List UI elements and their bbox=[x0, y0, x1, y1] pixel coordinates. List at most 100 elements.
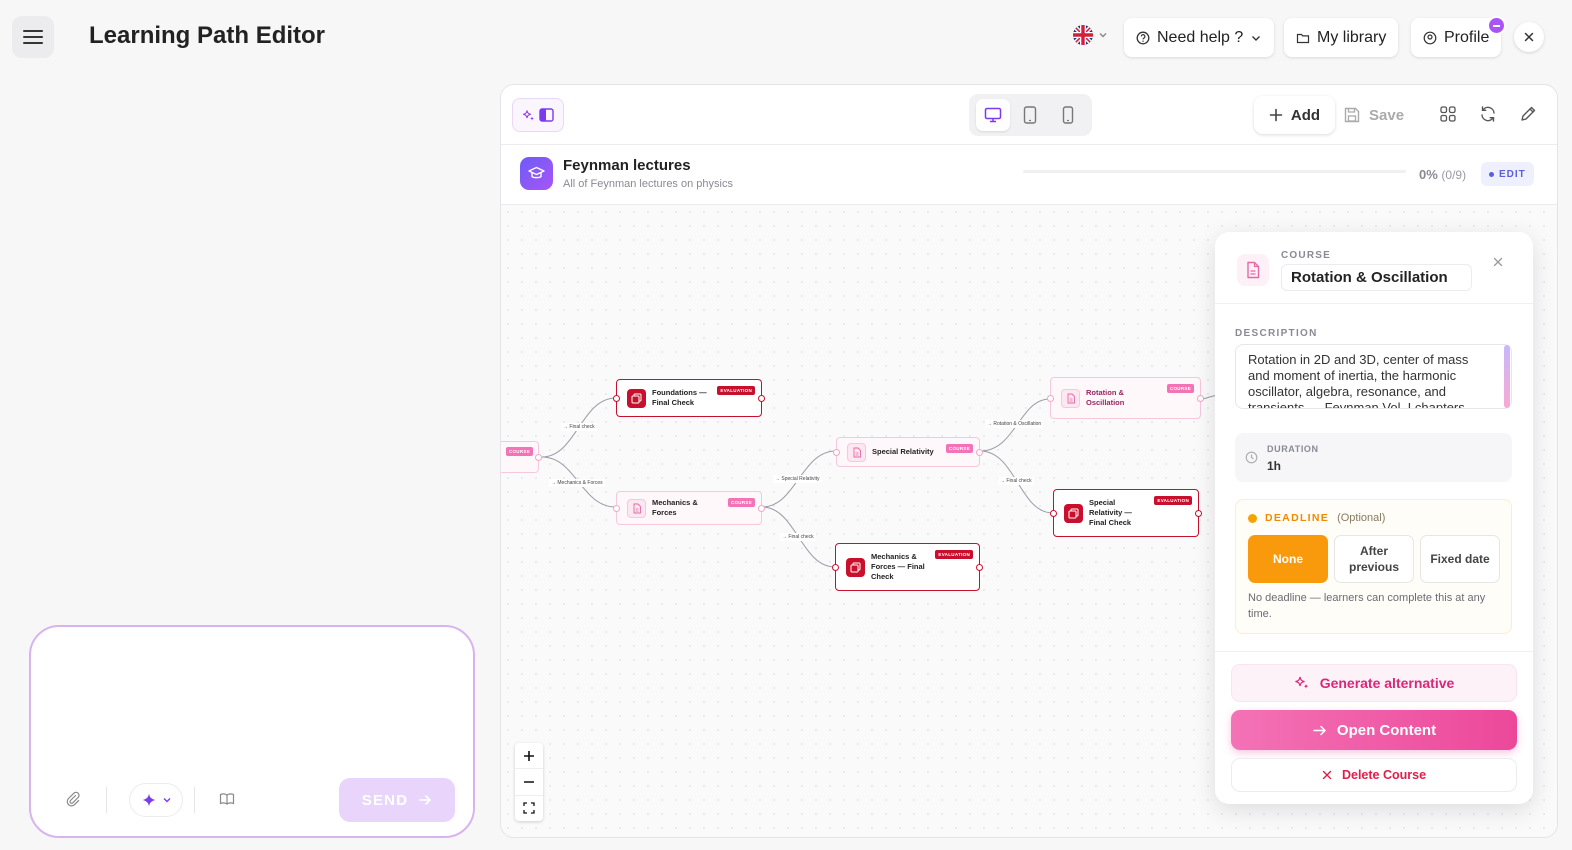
node-type-label: COURSE bbox=[1281, 250, 1331, 261]
uk-flag-icon bbox=[1073, 25, 1093, 45]
menu-button[interactable] bbox=[12, 16, 54, 58]
add-label: Add bbox=[1290, 106, 1321, 124]
top-bar: Learning Path Editor Need help ? My libr… bbox=[0, 0, 1572, 76]
edge-label: → Final check bbox=[780, 533, 816, 541]
deadline-option-fixed-date[interactable]: Fixed date bbox=[1420, 535, 1500, 583]
node-label: Special Relativity bbox=[872, 447, 934, 456]
pencil-icon bbox=[1521, 106, 1536, 121]
close-editor-button[interactable] bbox=[1514, 22, 1544, 52]
node-port[interactable] bbox=[1050, 509, 1057, 517]
node-port[interactable] bbox=[613, 504, 620, 512]
tablet-icon bbox=[1024, 106, 1037, 124]
sparkle-icon bbox=[523, 109, 534, 120]
edge-label: → Final check bbox=[998, 477, 1034, 485]
editor-toolbar: Add Save bbox=[501, 85, 1557, 145]
ai-model-selector[interactable] bbox=[129, 783, 183, 817]
document-icon bbox=[847, 442, 866, 462]
duration-field[interactable]: DURATION 1h bbox=[1235, 433, 1512, 482]
node-properties-panel: COURSE Rotation & Oscillation DESCRIPTIO… bbox=[1215, 232, 1533, 804]
save-button[interactable]: Save bbox=[1343, 96, 1404, 134]
my-library-button[interactable]: My library bbox=[1284, 18, 1399, 57]
fit-view-button[interactable] bbox=[515, 796, 543, 821]
graph-node-course[interactable]: COURSE bbox=[501, 441, 542, 473]
edge-label: → Final check bbox=[561, 423, 597, 431]
page-title: Learning Path Editor bbox=[89, 22, 326, 49]
learning-path-header: Feynman lectures All of Feynman lectures… bbox=[501, 145, 1557, 205]
node-port[interactable] bbox=[833, 448, 840, 456]
document-icon bbox=[1237, 254, 1269, 286]
node-tag: COURSE bbox=[727, 498, 755, 507]
deadline-status-dot bbox=[1248, 513, 1257, 523]
plus-icon bbox=[1269, 108, 1283, 122]
help-circle-icon bbox=[1136, 31, 1150, 44]
open-content-button[interactable]: Open Content bbox=[1231, 710, 1517, 750]
add-node-button[interactable]: Add bbox=[1254, 96, 1335, 134]
send-label: SEND bbox=[361, 791, 409, 809]
ai-sidebar-toggle[interactable] bbox=[512, 98, 564, 132]
node-tag: COURSE bbox=[1166, 384, 1194, 393]
need-help-button[interactable]: Need help ? bbox=[1124, 18, 1275, 57]
notification-badge[interactable] bbox=[1487, 16, 1506, 35]
close-icon bbox=[1322, 770, 1332, 780]
mobile-view-button[interactable] bbox=[1051, 99, 1085, 131]
graph-node-course[interactable]: Special Relativity COURSE bbox=[833, 437, 983, 467]
deadline-option-after-previous[interactable]: After previous bbox=[1334, 535, 1414, 583]
arrow-right-icon bbox=[419, 795, 432, 805]
progress-percent: 0% bbox=[1419, 167, 1438, 182]
node-port[interactable] bbox=[976, 563, 983, 571]
node-label: Mechanics & Forces bbox=[652, 498, 698, 517]
node-port[interactable] bbox=[758, 394, 765, 402]
description-scrollbar[interactable] bbox=[1504, 345, 1510, 408]
node-port[interactable] bbox=[976, 448, 983, 456]
fullscreen-icon bbox=[523, 802, 535, 814]
save-icon bbox=[1344, 107, 1360, 123]
node-port[interactable] bbox=[758, 504, 765, 512]
edit-path-button[interactable]: EDIT bbox=[1481, 162, 1534, 186]
edge-label: → Rotation & Oscillation bbox=[985, 420, 1044, 428]
node-port[interactable] bbox=[535, 453, 542, 461]
edit-mode-button[interactable] bbox=[1514, 100, 1542, 128]
folder-icon bbox=[1296, 33, 1310, 43]
deadline-note: No deadline — learners can complete this… bbox=[1248, 592, 1486, 620]
tablet-view-button[interactable] bbox=[1013, 99, 1047, 131]
node-label: Special Relativity — Final Check bbox=[1089, 498, 1132, 527]
deadline-option-none[interactable]: None bbox=[1248, 535, 1328, 583]
send-button[interactable]: SEND bbox=[339, 778, 455, 822]
delete-course-button[interactable]: Delete Course bbox=[1231, 758, 1517, 792]
chat-input-box[interactable]: SEND bbox=[29, 625, 475, 838]
node-port[interactable] bbox=[613, 394, 620, 402]
monitor-icon bbox=[984, 107, 1002, 123]
paperclip-icon[interactable] bbox=[65, 791, 81, 807]
zoom-in-button[interactable] bbox=[515, 743, 543, 770]
node-port[interactable] bbox=[1197, 394, 1204, 402]
deadline-section: DEADLINE (Optional) None After previous … bbox=[1235, 499, 1512, 634]
node-port[interactable] bbox=[832, 563, 839, 571]
layout-grid-button[interactable] bbox=[1434, 100, 1462, 128]
generate-alternative-button[interactable]: Generate alternative bbox=[1231, 664, 1517, 702]
close-panel-button[interactable] bbox=[1488, 252, 1508, 272]
node-title-input[interactable]: Rotation & Oscillation bbox=[1281, 264, 1472, 291]
node-tag: EVALUATION bbox=[1154, 496, 1192, 505]
language-selector[interactable] bbox=[1072, 24, 1108, 46]
minus-icon bbox=[524, 781, 534, 783]
sparkle-icon bbox=[142, 793, 155, 807]
node-port[interactable] bbox=[1195, 509, 1202, 517]
desktop-view-button[interactable] bbox=[975, 99, 1010, 131]
node-label: Rotation & Oscillation bbox=[1086, 388, 1125, 407]
hamburger-icon bbox=[23, 30, 43, 44]
zoom-controls bbox=[515, 743, 543, 821]
book-icon[interactable] bbox=[219, 792, 235, 806]
zoom-out-button[interactable] bbox=[515, 769, 543, 796]
description-textarea[interactable]: Rotation in 2D and 3D, center of mass an… bbox=[1235, 344, 1512, 409]
node-tag: COURSE bbox=[505, 447, 533, 456]
generate-alternative-label: Generate alternative bbox=[1319, 675, 1455, 691]
graph-node-course[interactable]: Mechanics & Forces COURSE bbox=[613, 491, 765, 525]
edit-label: EDIT bbox=[1499, 168, 1526, 180]
graph-node-evaluation[interactable]: Foundations — Final Check EVALUATION bbox=[613, 379, 765, 417]
graph-node-evaluation[interactable]: Special Relativity — Final Check EVALUAT… bbox=[1050, 489, 1202, 537]
node-port[interactable] bbox=[1047, 394, 1054, 402]
node-tag: COURSE bbox=[945, 444, 973, 453]
graph-node-evaluation[interactable]: Mechanics & Forces — Final Check EVALUAT… bbox=[832, 543, 983, 591]
graph-node-course-selected[interactable]: Rotation & Oscillation COURSE bbox=[1047, 377, 1204, 419]
refresh-button[interactable] bbox=[1474, 100, 1502, 128]
